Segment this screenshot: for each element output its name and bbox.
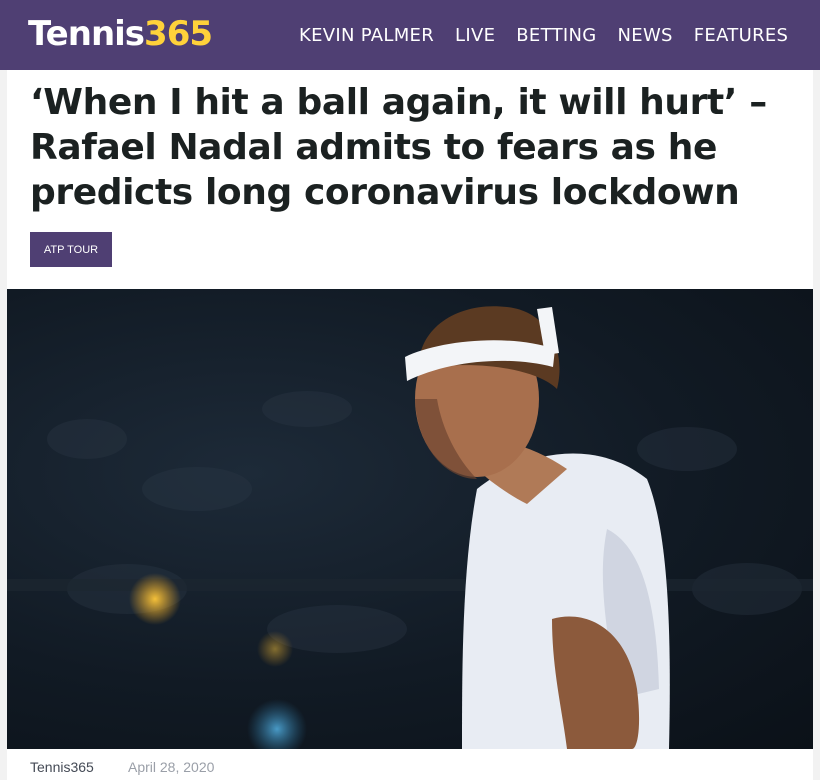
article-header: ‘When I hit a ball again, it will hurt’ … (7, 70, 813, 289)
nav-item-features[interactable]: FEATURES (694, 25, 789, 46)
main-nav: KEVIN PALMER LIVE BETTING NEWS FEATURES (299, 0, 809, 70)
logo-number: 365 (144, 14, 213, 54)
category-tag[interactable]: ATP TOUR (30, 232, 112, 267)
nav-item-news[interactable]: NEWS (618, 25, 673, 46)
article-hero-image (7, 289, 813, 749)
nav-item-betting[interactable]: BETTING (516, 25, 596, 46)
site-header: Tennis365 KEVIN PALMER LIVE BETTING NEWS… (0, 0, 820, 70)
article-headline: ‘When I hit a ball again, it will hurt’ … (30, 82, 767, 213)
article-meta: Tennis365 April 28, 2020 (7, 749, 813, 780)
logo-text: Tennis (28, 14, 145, 54)
nav-item-live[interactable]: LIVE (455, 25, 495, 46)
author-link[interactable]: Tennis365 (30, 759, 94, 775)
nav-item-kevin-palmer[interactable]: KEVIN PALMER (299, 25, 434, 46)
site-logo[interactable]: Tennis365 (28, 14, 213, 54)
publish-date: April 28, 2020 (128, 759, 215, 775)
